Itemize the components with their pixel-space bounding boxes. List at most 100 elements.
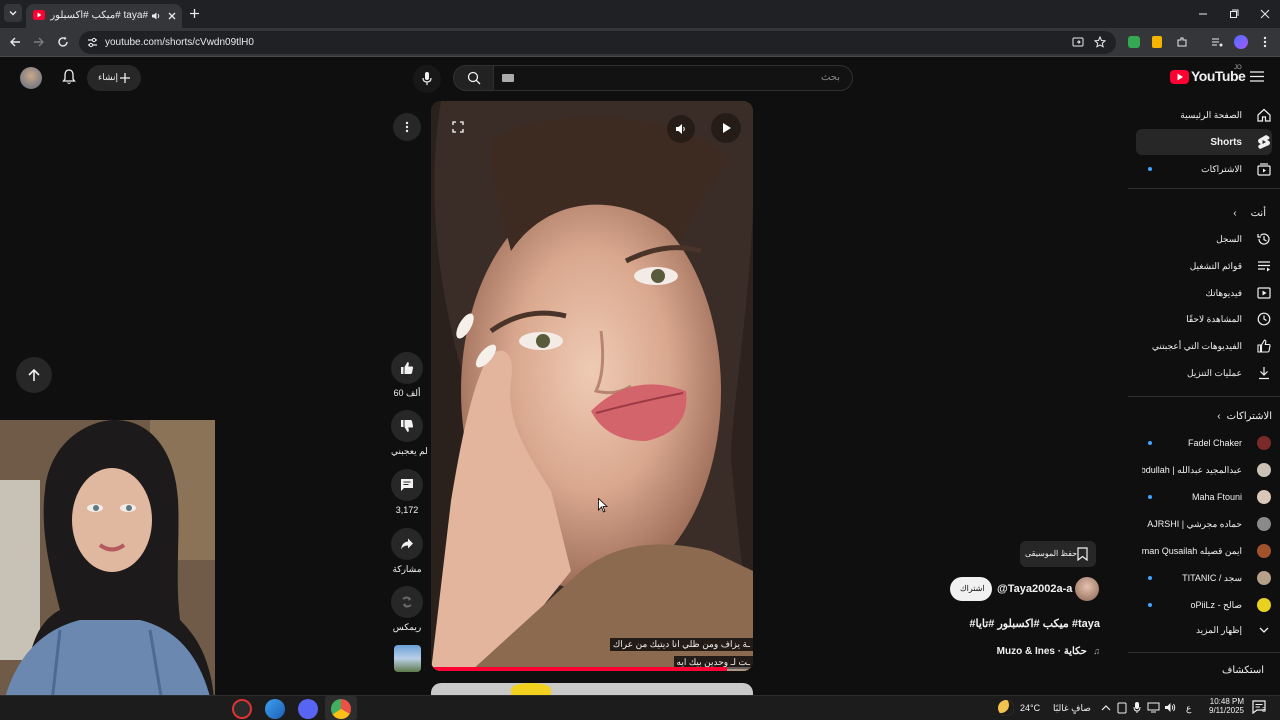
sidebar-subscriptions-header[interactable]: ‹ الاشتراكات [1136,403,1272,429]
weather-temp[interactable]: 24°C [1020,703,1040,713]
fullscreen-icon[interactable] [452,121,464,133]
create-button[interactable]: إنشاء [87,65,141,91]
weather-text[interactable]: صافٍ غالبًا [1053,703,1091,714]
subscription-channel-name: ايمن قصيله Ayman Qusailah [1142,545,1242,556]
address-bar[interactable]: youtube.com/shorts/cVwdn09tlH0 [79,31,1116,54]
previous-short-button[interactable] [16,357,52,393]
sidebar-subscription-item[interactable]: حماده مجرشي | AJRSHI [1136,511,1272,537]
sidebar-subscription-item[interactable]: ايمن قصيله Ayman Qusailah [1136,538,1272,564]
voice-search-button[interactable] [413,65,441,93]
share-action[interactable]: مشاركة [391,528,423,575]
taskbar-app-recorder[interactable] [232,699,252,719]
tab-close-icon[interactable] [167,11,177,21]
sidebar-you-header[interactable]: أنت ‹ [1136,200,1272,226]
search-button[interactable] [453,65,494,91]
like-action[interactable]: 60 ألف [391,352,423,399]
channel-handle[interactable]: @Taya2002a-a [997,583,1072,595]
account-avatar[interactable] [20,67,42,89]
tray-microphone-icon[interactable] [1133,701,1141,714]
bookmark-star-icon[interactable] [1094,36,1106,48]
dislike-button[interactable] [391,410,423,442]
show-more-label: إظهار المزيد [1195,624,1242,635]
tray-network-icon[interactable] [1147,702,1160,713]
tray-chevron-up-icon[interactable] [1101,704,1111,712]
subscribe-button[interactable]: اشتراك [950,577,992,601]
remix-icon [402,596,412,608]
sidebar-item-downloads[interactable]: عمليات التنزيل [1136,360,1272,386]
sidebar-item-playlists[interactable]: قوائم التشغيل [1136,253,1272,279]
video-title-text[interactable]: #ميكب #اكسبلور #تايا #taya [969,618,1100,630]
sidebar-subscription-item[interactable]: صالح - oPiiLz [1136,592,1272,618]
chevron-left-icon: ‹ [1233,207,1237,219]
sidebar-item-watch-later[interactable]: المشاهدة لاحقًا [1136,306,1272,332]
sidebar-show-more[interactable]: إظهار المزيد [1136,617,1272,643]
like-button[interactable] [391,352,423,384]
sidebar-divider [1128,188,1280,189]
forward-icon[interactable] [33,36,45,48]
next-short-preview[interactable] [431,683,753,695]
remix-button[interactable] [391,586,423,618]
taskbar-app-edge[interactable] [265,699,285,719]
sidebar-subscription-item[interactable]: Maha Ftouni [1136,484,1272,510]
sidebar-section-title: أنت [1250,207,1266,219]
play-button[interactable] [711,113,741,143]
browser-tab[interactable]: #taya #ميكب #اكسبلور #تايا [26,4,182,28]
minimize-icon[interactable] [1198,9,1208,19]
extension-yellow-icon[interactable] [1152,36,1162,48]
profile-avatar-icon[interactable] [1234,35,1248,49]
sidebar-item-subscriptions[interactable]: الاشتراكات [1136,156,1272,182]
clock[interactable]: 10:48 PM 9/11/2025 [1200,697,1244,715]
sidebar-item-your-videos[interactable]: فيديوهاتك [1136,280,1272,306]
download-icon [1256,365,1272,381]
media-controls-icon[interactable] [1211,36,1223,48]
speaker-icon[interactable] [151,11,161,21]
new-tab-icon[interactable] [189,8,200,19]
tab-search-button[interactable] [4,4,22,22]
site-info-icon[interactable] [87,37,98,48]
sidebar-item-label: عمليات التنزيل [1187,367,1242,378]
tray-app-icon[interactable] [1117,702,1127,714]
comments-action[interactable]: 3,172 [391,469,423,515]
language-indicator[interactable]: ع [1186,703,1191,714]
comments-button[interactable] [391,469,423,501]
dislike-action[interactable]: لم يعجبني [391,410,428,457]
back-icon[interactable] [9,36,21,48]
extension-green-icon[interactable] [1128,36,1140,48]
keyboard-icon[interactable] [502,74,514,82]
music-info[interactable]: Muzo & Ines · حكاية ♫ [960,641,1100,659]
sidebar-item-home[interactable]: الصفحة الرئيسية [1136,102,1272,128]
shorts-video-player[interactable]: ـة يزاف ومن ظلي انا ديتيك من عراك ـت لـ … [431,101,753,671]
restore-icon[interactable] [1229,9,1239,19]
sidebar-item-shorts[interactable]: Shorts [1136,129,1272,155]
extensions-puzzle-icon[interactable] [1176,36,1188,48]
remix-action[interactable]: ريمكس [391,586,423,633]
tray-volume-icon[interactable] [1164,702,1176,713]
close-window-icon[interactable] [1260,9,1270,19]
subscription-channel-name: Fadel Chaker [1187,438,1242,448]
save-music-label: حفظ الموسيقى [1025,549,1078,558]
notifications-bell-icon[interactable] [62,69,76,85]
browser-menu-icon[interactable] [1262,36,1268,48]
cast-icon[interactable] [1072,37,1084,48]
new-content-dot [1148,441,1152,445]
more-options-button[interactable] [393,113,421,141]
search-input[interactable]: بحث [493,65,853,91]
sidebar-subscription-item[interactable]: Fadel Chaker [1136,430,1272,456]
sidebar-item-liked-videos[interactable]: الفيديوهات التي أعجبتني [1136,333,1272,359]
reload-icon[interactable] [57,36,69,48]
share-button[interactable] [391,528,423,560]
chevron-down-icon [1256,622,1272,638]
taskbar-app-discord[interactable] [298,699,318,719]
sound-thumbnail[interactable] [394,645,421,672]
guide-sidebar: الصفحة الرئيسية Shorts الاشتراكات أنت ‹ … [1128,57,1280,695]
channel-avatar-icon [1256,570,1272,586]
save-music-button[interactable]: حفظ الموسيقى [1020,541,1096,567]
sidebar-subscription-item[interactable]: سجد / TITANIC [1136,565,1272,591]
volume-button[interactable] [667,115,695,143]
sidebar-subscription-item[interactable]: عبدالمجيد عبدالله | Abdullah [1136,457,1272,483]
sidebar-item-history[interactable]: السجل [1136,226,1272,252]
notification-center[interactable]: 3 [1252,700,1270,716]
weather-moon-icon[interactable] [998,700,1014,716]
progress-bar-track[interactable] [431,667,753,671]
channel-avatar[interactable] [1075,577,1099,601]
